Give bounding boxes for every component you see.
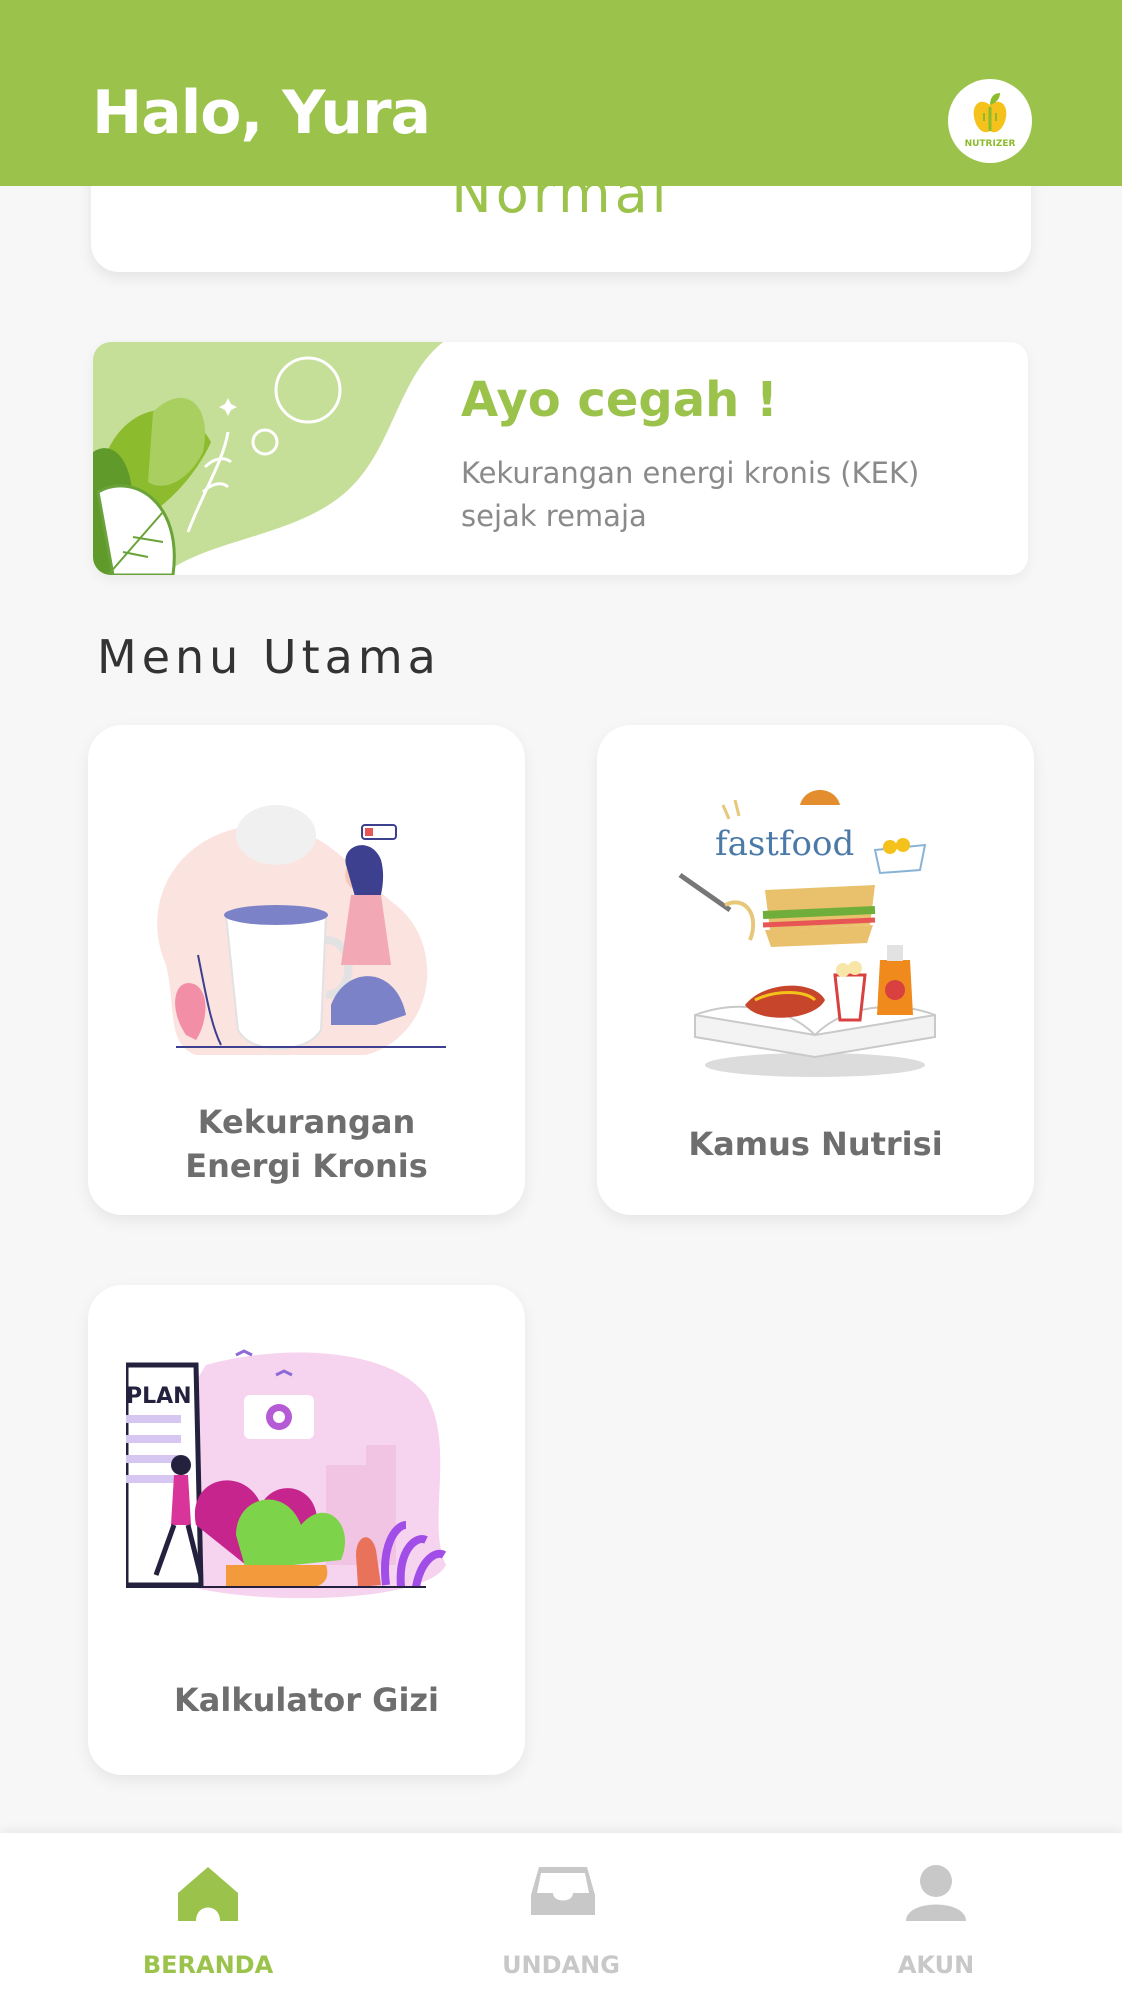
menu-label-kek-line1: Kekurangan [197,1103,416,1141]
user-icon [906,1865,966,1921]
woman-with-cup-illustration-icon [157,805,446,1055]
greeting-title: Halo, Yura [92,78,431,148]
apple-leaf-icon [973,93,1007,133]
meal-plan-illustration-icon: PLAN [126,1349,447,1599]
bottom-navigation: BERANDA UNDANG AKUN [0,1833,1122,1995]
menu-card-kalkulator-gizi[interactable]: PLAN Kalkulator Gizi [88,1285,525,1775]
nav-item-undang[interactable]: UNDANG [441,1833,681,1995]
app-bar: Halo, Yura NUTRIZER [0,0,1122,186]
nav-item-beranda[interactable]: BERANDA [88,1833,328,1995]
banner-title: Ayo cegah ! [461,372,778,428]
nav-label-beranda: BERANDA [142,1951,274,1979]
nutrizer-logo[interactable]: NUTRIZER [948,79,1032,163]
prevention-banner[interactable]: Ayo cegah ! Kekurangan energi kronis (KE… [93,342,1028,575]
menu-card-kek[interactable]: Kekurangan Energi Kronis [88,725,525,1215]
plan-art-text: PLAN [126,1384,192,1409]
fastfood-book-illustration-icon: fastfood [678,790,936,1077]
nav-label-undang: UNDANG [502,1951,620,1979]
menu-label-kek-line2: Energi Kronis [185,1147,428,1185]
leaf-decoration-icon [93,342,443,575]
menu-section-title: Menu Utama [97,630,441,684]
nav-item-akun[interactable]: AKUN [816,1833,1056,1995]
menu-card-kamus-nutrisi[interactable]: fastfood Kamus Nutrisi [597,725,1034,1215]
nav-label-akun: AKUN [897,1951,975,1979]
inbox-icon [531,1867,595,1915]
menu-label-kalkulator-gizi: Kalkulator Gizi [173,1681,439,1719]
home-icon [178,1867,238,1921]
banner-text: Kekurangan energi kronis (KEK) sejak rem… [461,456,920,533]
fastfood-art-text: fastfood [715,824,854,864]
menu-label-kamus-nutrisi: Kamus Nutrisi [688,1125,943,1163]
logo-text: NUTRIZER [964,139,1016,149]
